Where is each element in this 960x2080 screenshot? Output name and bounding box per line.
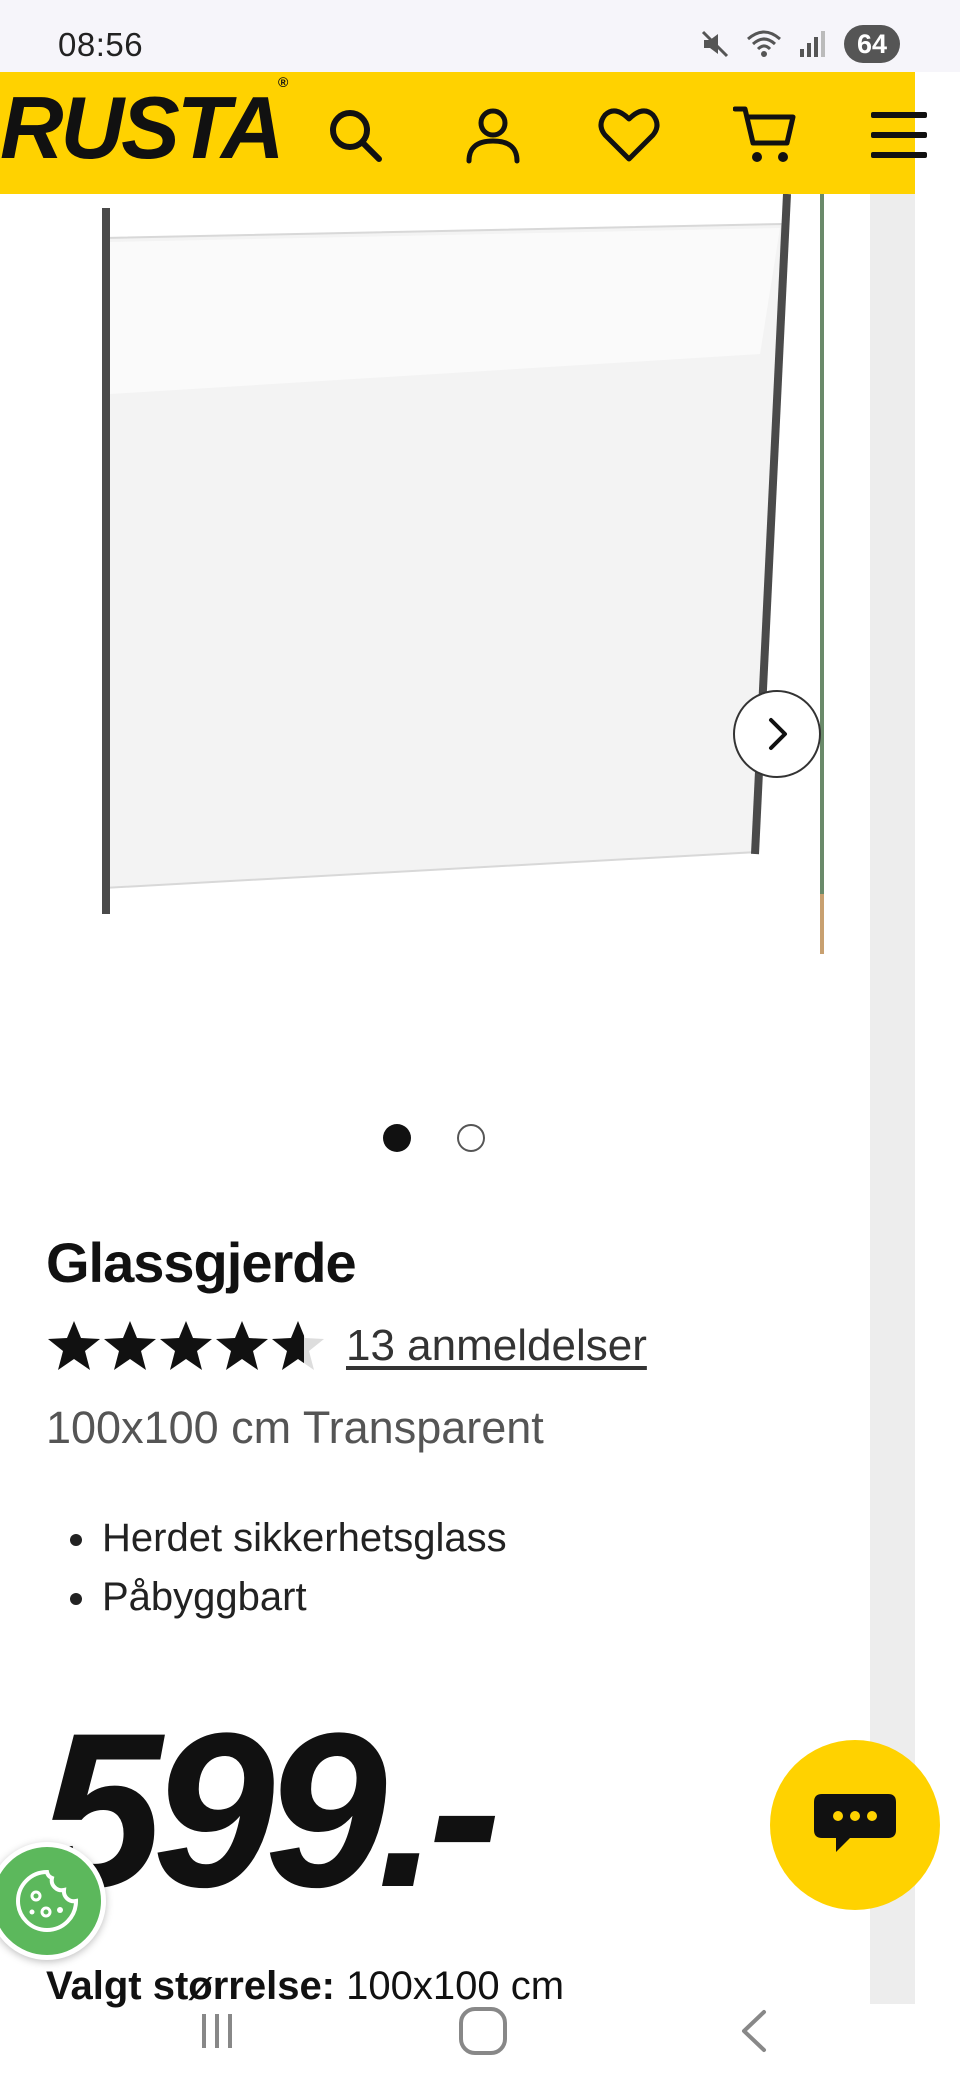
account-button[interactable] (460, 102, 526, 168)
product-price: 599.- (40, 1687, 501, 1933)
account-icon (466, 108, 520, 164)
product-image (102, 194, 791, 914)
reviews-link[interactable]: 13 anmeldelser (346, 1321, 647, 1371)
star-rating (46, 1318, 326, 1374)
feature-item: Påbyggbart (62, 1569, 507, 1628)
home-button[interactable] (448, 1996, 518, 2066)
product-title: Glassgjerde (46, 1231, 357, 1294)
product-variant: 100x100 cm Transparent (46, 1402, 544, 1453)
scroll-track (870, 194, 915, 2004)
product-gallery[interactable] (0, 194, 870, 1094)
menu-button[interactable] (866, 102, 932, 168)
gallery-dot-1[interactable] (383, 1124, 411, 1152)
gallery-dot-2[interactable] (457, 1124, 485, 1152)
star-icon (216, 1321, 268, 1370)
site-header: RUSTA ® (0, 72, 927, 194)
search-button[interactable] (322, 102, 388, 168)
menu-icon (871, 112, 927, 158)
status-time: 08:56 (58, 26, 144, 63)
star-icon (48, 1321, 100, 1370)
recent-apps-button[interactable] (182, 1996, 252, 2066)
back-button[interactable] (720, 1996, 790, 2066)
heart-icon (598, 108, 660, 162)
cookie-icon (16, 1869, 79, 1932)
gallery-pagination (0, 1122, 870, 1154)
status-bar: 08:56 64 (0, 0, 960, 72)
wifi-icon (747, 30, 781, 57)
next-image-peek (820, 194, 824, 954)
star-icon (104, 1321, 156, 1370)
wishlist-button[interactable] (596, 102, 662, 168)
cart-button[interactable] (732, 102, 798, 168)
battery-indicator: 64 (844, 25, 900, 63)
chat-button[interactable] (770, 1740, 940, 1910)
chevron-right-icon (769, 718, 787, 750)
mute-icon (701, 30, 729, 58)
back-icon (742, 2010, 766, 2052)
search-icon (330, 110, 382, 162)
feature-item: Herdet sikkerhetsglass (62, 1510, 507, 1569)
signal-icon (800, 31, 825, 57)
gallery-next-button[interactable] (733, 690, 821, 778)
feature-list: Herdet sikkerhetsglass Påbyggbart (62, 1510, 507, 1628)
system-nav-bar (0, 1984, 960, 2080)
next-image-peek-floor (820, 894, 824, 954)
home-icon (459, 2007, 507, 2055)
rusta-logo[interactable]: RUSTA (0, 78, 285, 178)
chat-bubble-icon (814, 1794, 896, 1852)
recents-icon (202, 2014, 232, 2048)
logo-registered-mark: ® (278, 74, 289, 90)
star-icon (160, 1321, 212, 1370)
star-half-icon (272, 1321, 324, 1370)
cart-icon (733, 106, 796, 162)
rating-row: 13 anmeldelser (46, 1318, 647, 1374)
status-icons: 64 (700, 24, 900, 64)
